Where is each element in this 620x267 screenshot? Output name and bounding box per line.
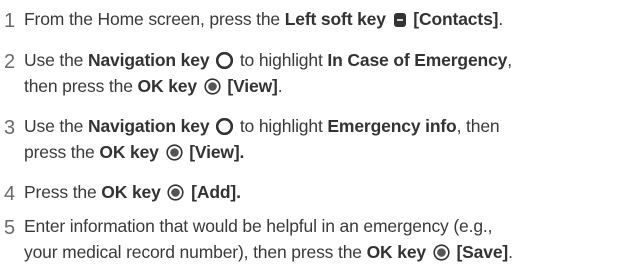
step-number: 1 [4, 10, 16, 32]
step-number: 2 [4, 51, 16, 73]
step-number: 5 [4, 217, 16, 239]
save-label: [Save] [456, 242, 509, 262]
step-text: From the Home screen, press the Left sof… [24, 9, 504, 29]
ok-key-icon [204, 78, 221, 95]
step-text: Use the Navigation key to highlight In C… [24, 50, 512, 96]
in-case-of-emergency-label: In Case of Emergency [327, 50, 508, 70]
ok-key-icon [167, 184, 185, 201]
left-soft-key-label: Left soft key [284, 9, 386, 29]
step-number: 3 [4, 117, 16, 139]
ok-key-label: OK key [99, 142, 159, 162]
ok-key-label: OK key [137, 76, 198, 96]
add-label: [Add]. [191, 182, 241, 202]
instruction-steps: 1 From the Home screen, press the Left s… [0, 0, 620, 267]
step-number: 4 [4, 183, 16, 205]
ok-key-label: OK key [101, 182, 161, 202]
navigation-key-label: Navigation key [87, 50, 210, 70]
step-text: Enter information that would be helpful … [24, 216, 513, 262]
navigation-key-icon [216, 118, 234, 135]
step-text: Press the OK key [Add]. [24, 182, 241, 202]
ok-key-icon [165, 144, 183, 161]
navigation-key-icon [216, 52, 234, 69]
navigation-key-label: Navigation key [87, 116, 210, 136]
view-label: [View]. [189, 142, 245, 162]
emergency-info-label: Emergency info [327, 116, 457, 136]
contacts-label: [Contacts] [413, 9, 499, 29]
step-text: Use the Navigation key to highlight Emer… [24, 116, 500, 162]
view-label: [View] [227, 76, 278, 96]
soft-key-icon [393, 12, 407, 28]
ok-key-label: OK key [366, 242, 427, 262]
ok-key-icon [433, 244, 450, 261]
